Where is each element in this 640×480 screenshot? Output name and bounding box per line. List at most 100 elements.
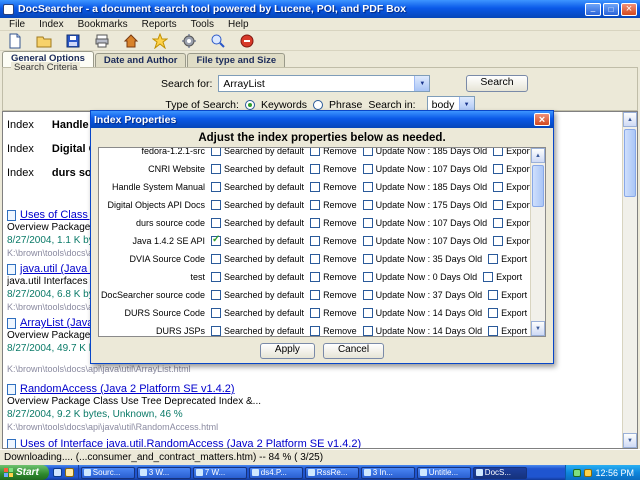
phrase-radio[interactable] (313, 99, 324, 110)
searched-by-default-checkbox[interactable] (211, 148, 221, 156)
searched-by-default-checkbox[interactable] (211, 272, 221, 282)
remove-checkbox[interactable] (310, 148, 321, 156)
searched-by-default-checkbox[interactable] (211, 218, 221, 228)
remove-checkbox[interactable] (310, 236, 321, 246)
settings-gear-icon[interactable] (180, 32, 198, 50)
update-now-checkbox[interactable] (362, 182, 373, 192)
scrollbar-thumb[interactable] (532, 165, 544, 207)
menu-item[interactable]: Tools (184, 19, 221, 30)
tray-icon[interactable] (573, 468, 582, 477)
result-link[interactable]: Uses of Interface java.util.RandomAccess… (20, 438, 361, 448)
export-checkbox[interactable] (493, 200, 504, 210)
task-button[interactable]: ds4.P... (248, 466, 303, 479)
update-now-checkbox[interactable] (362, 326, 373, 336)
scroll-up-icon[interactable] (531, 148, 545, 163)
export-checkbox[interactable] (493, 182, 504, 192)
menu-item[interactable]: Reports (135, 19, 184, 30)
update-now-checkbox[interactable] (362, 164, 373, 174)
task-button[interactable]: 7 W... (192, 466, 247, 479)
task-button[interactable]: RssRe... (304, 466, 359, 479)
main-scrollbar[interactable] (622, 112, 637, 448)
export-checkbox[interactable] (483, 272, 494, 282)
scrollbar-thumb[interactable] (624, 129, 636, 197)
update-now-checkbox[interactable] (362, 200, 373, 210)
task-button[interactable]: Sourc... (80, 466, 135, 479)
menu-item[interactable]: Index (32, 19, 70, 30)
export-checkbox[interactable] (488, 254, 499, 264)
searched-by-default-checkbox[interactable] (211, 290, 221, 300)
search-query-combobox[interactable]: ArrayList (218, 75, 431, 92)
task-button[interactable]: Untitle... (416, 466, 471, 479)
remove-checkbox[interactable] (310, 308, 321, 318)
remove-checkbox[interactable] (310, 164, 321, 174)
new-document-icon[interactable] (6, 32, 24, 50)
home-icon[interactable] (122, 32, 140, 50)
remove-checkbox[interactable] (310, 218, 321, 228)
export-checkbox[interactable] (493, 148, 504, 156)
search-in-value[interactable]: body (428, 99, 459, 111)
export-checkbox[interactable] (488, 290, 499, 300)
open-folder-icon[interactable] (35, 32, 53, 50)
keywords-radio[interactable] (244, 99, 255, 110)
search-query-value[interactable]: ArrayList (219, 78, 414, 90)
searched-by-default-checkbox[interactable] (211, 326, 221, 336)
remove-checkbox[interactable] (310, 254, 321, 264)
bookmark-star-icon[interactable] (151, 32, 169, 50)
close-button[interactable] (621, 2, 637, 16)
menu-item[interactable]: File (2, 19, 32, 30)
update-now-checkbox[interactable] (362, 290, 373, 300)
remove-checkbox[interactable] (310, 182, 321, 192)
update-now-checkbox[interactable] (362, 236, 373, 246)
export-checkbox[interactable] (493, 236, 504, 246)
stop-icon[interactable] (238, 32, 256, 50)
menu-item[interactable]: Bookmarks (71, 19, 135, 30)
searched-by-default-checkbox[interactable] (211, 254, 221, 264)
tab[interactable]: Date and Author (94, 53, 187, 67)
dialog-scrollbar[interactable] (530, 148, 545, 336)
update-now-label: Update Now : 0 Days Old (375, 272, 478, 282)
export-checkbox[interactable] (488, 308, 499, 318)
task-button[interactable]: 3 W... (136, 466, 191, 479)
search-icon[interactable] (209, 32, 227, 50)
searched-by-default-checkbox[interactable] (211, 234, 221, 246)
scroll-up-icon[interactable] (623, 112, 637, 127)
searched-by-default-checkbox[interactable] (211, 182, 221, 192)
minimize-button[interactable] (585, 2, 601, 16)
print-icon[interactable] (93, 32, 111, 50)
update-now-checkbox[interactable] (362, 254, 373, 264)
export-checkbox[interactable] (493, 218, 504, 228)
update-now-checkbox[interactable] (362, 148, 373, 156)
update-now-checkbox[interactable] (362, 308, 373, 318)
update-now-checkbox[interactable] (362, 218, 373, 228)
search-button[interactable]: Search (466, 75, 528, 92)
result-link[interactable]: RandomAccess (Java 2 Platform SE v1.4.2) (20, 383, 235, 395)
start-button[interactable]: Start (0, 465, 49, 480)
remove-checkbox[interactable] (310, 326, 321, 336)
dialog-close-button[interactable] (534, 113, 550, 126)
task-button[interactable]: 3 In... (360, 466, 415, 479)
export-checkbox[interactable] (493, 164, 504, 174)
cancel-button[interactable]: Cancel (322, 343, 385, 359)
remove-checkbox[interactable] (310, 272, 321, 282)
tray-icon[interactable] (584, 468, 593, 477)
update-now-checkbox[interactable] (362, 272, 373, 282)
scroll-down-icon[interactable] (623, 433, 637, 448)
searched-by-default-checkbox[interactable] (211, 200, 221, 210)
menu-item[interactable]: Help (221, 19, 256, 30)
search-result: RandomAccess (Java 2 Platform SE v1.4.2)… (7, 382, 619, 437)
remove-checkbox[interactable] (310, 200, 321, 210)
tab[interactable]: File type and Size (187, 53, 286, 67)
apply-button[interactable]: Apply (259, 343, 315, 359)
quick-launch-icon[interactable] (52, 468, 62, 477)
task-button[interactable]: DocS... (472, 466, 527, 479)
remove-label: Remove (323, 200, 357, 210)
export-checkbox[interactable] (488, 326, 499, 336)
searched-by-default-checkbox[interactable] (211, 308, 221, 318)
remove-checkbox[interactable] (310, 290, 321, 300)
maximize-button[interactable] (603, 2, 619, 16)
quick-launch-icon[interactable] (64, 468, 74, 477)
searched-by-default-checkbox[interactable] (211, 164, 221, 174)
scroll-down-icon[interactable] (531, 321, 545, 336)
combo-dropdown-icon[interactable] (414, 76, 430, 91)
save-icon[interactable] (64, 32, 82, 50)
